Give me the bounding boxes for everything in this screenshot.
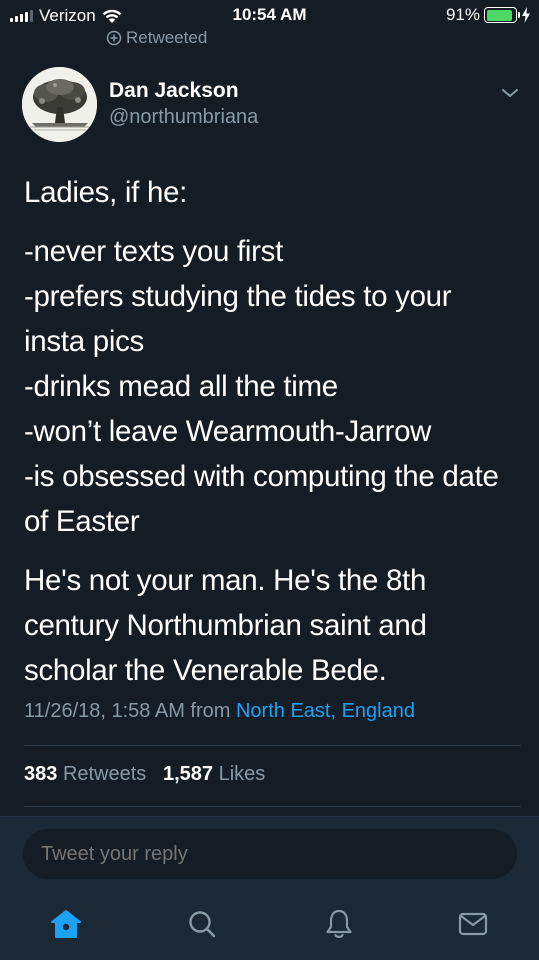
tweet-stats: 383 Retweets 1,587 Likes xyxy=(24,763,265,786)
battery-percent: 91% xyxy=(445,5,480,24)
tweet-line: century Northumbrian saint and xyxy=(24,609,427,642)
from-label: from xyxy=(190,700,231,722)
like-label[interactable]: Likes xyxy=(219,763,266,785)
charging-bolt-icon xyxy=(522,7,530,23)
notifications-icon[interactable] xyxy=(321,906,357,942)
tweet-line: Ladies, if he: xyxy=(24,176,188,209)
divider xyxy=(24,806,521,807)
author-handle[interactable]: @northumbriana xyxy=(109,106,258,129)
chevron-down-icon[interactable] xyxy=(500,86,520,100)
divider xyxy=(24,745,521,746)
messages-icon[interactable] xyxy=(455,906,491,942)
retweeted-label: Retweeted xyxy=(126,28,208,47)
reply-bar xyxy=(0,816,539,894)
retweet-label[interactable]: Retweets xyxy=(63,763,146,785)
tweet-line: -never texts you first xyxy=(24,235,283,268)
tweet-line: -won’t leave Wearmouth-Jarrow xyxy=(24,415,432,448)
home-icon[interactable] xyxy=(48,906,84,942)
battery-level-fill xyxy=(486,9,512,21)
retweet-count[interactable]: 383 xyxy=(24,763,57,785)
tweet-line: He's not your man. He's the 8th xyxy=(24,564,427,597)
tweet-line: -drinks mead all the time xyxy=(24,370,338,403)
tweet-meta: 11/26/18, 1:58 AM from North East, Engla… xyxy=(24,700,415,723)
avatar[interactable] xyxy=(22,67,97,142)
tweet-timestamp: 11/26/18, 1:58 AM xyxy=(24,700,185,722)
author-name[interactable]: Dan Jackson xyxy=(109,79,239,103)
tab-bar xyxy=(0,894,539,960)
tweet-location-link[interactable]: North East, England xyxy=(236,700,415,722)
like-count[interactable]: 1,587 xyxy=(163,763,213,785)
reply-input[interactable] xyxy=(23,829,517,879)
battery-group: 91% xyxy=(446,5,531,25)
tweet-text: Ladies, if he: -never texts you first -p… xyxy=(24,170,524,693)
tweet-line: scholar the Venerable Bede. xyxy=(24,654,387,687)
tweet-line: of Easter xyxy=(24,505,140,538)
retweet-plus-icon xyxy=(106,30,122,46)
tweet-line: -prefers studying the tides to your xyxy=(24,280,452,313)
tweet-line: -is obsessed with computing the date xyxy=(24,460,499,493)
search-icon[interactable] xyxy=(184,906,220,942)
retweeted-context: Retweeted xyxy=(106,28,207,48)
tweet-line: insta pics xyxy=(24,325,144,358)
status-bar: Verizon 10:54 AM 91% xyxy=(0,0,539,30)
tree-engraving-icon xyxy=(22,67,97,142)
tweet-detail-screen: Verizon 10:54 AM 91% Retweeted Dan Jacks… xyxy=(0,0,539,960)
battery-icon xyxy=(484,7,520,23)
